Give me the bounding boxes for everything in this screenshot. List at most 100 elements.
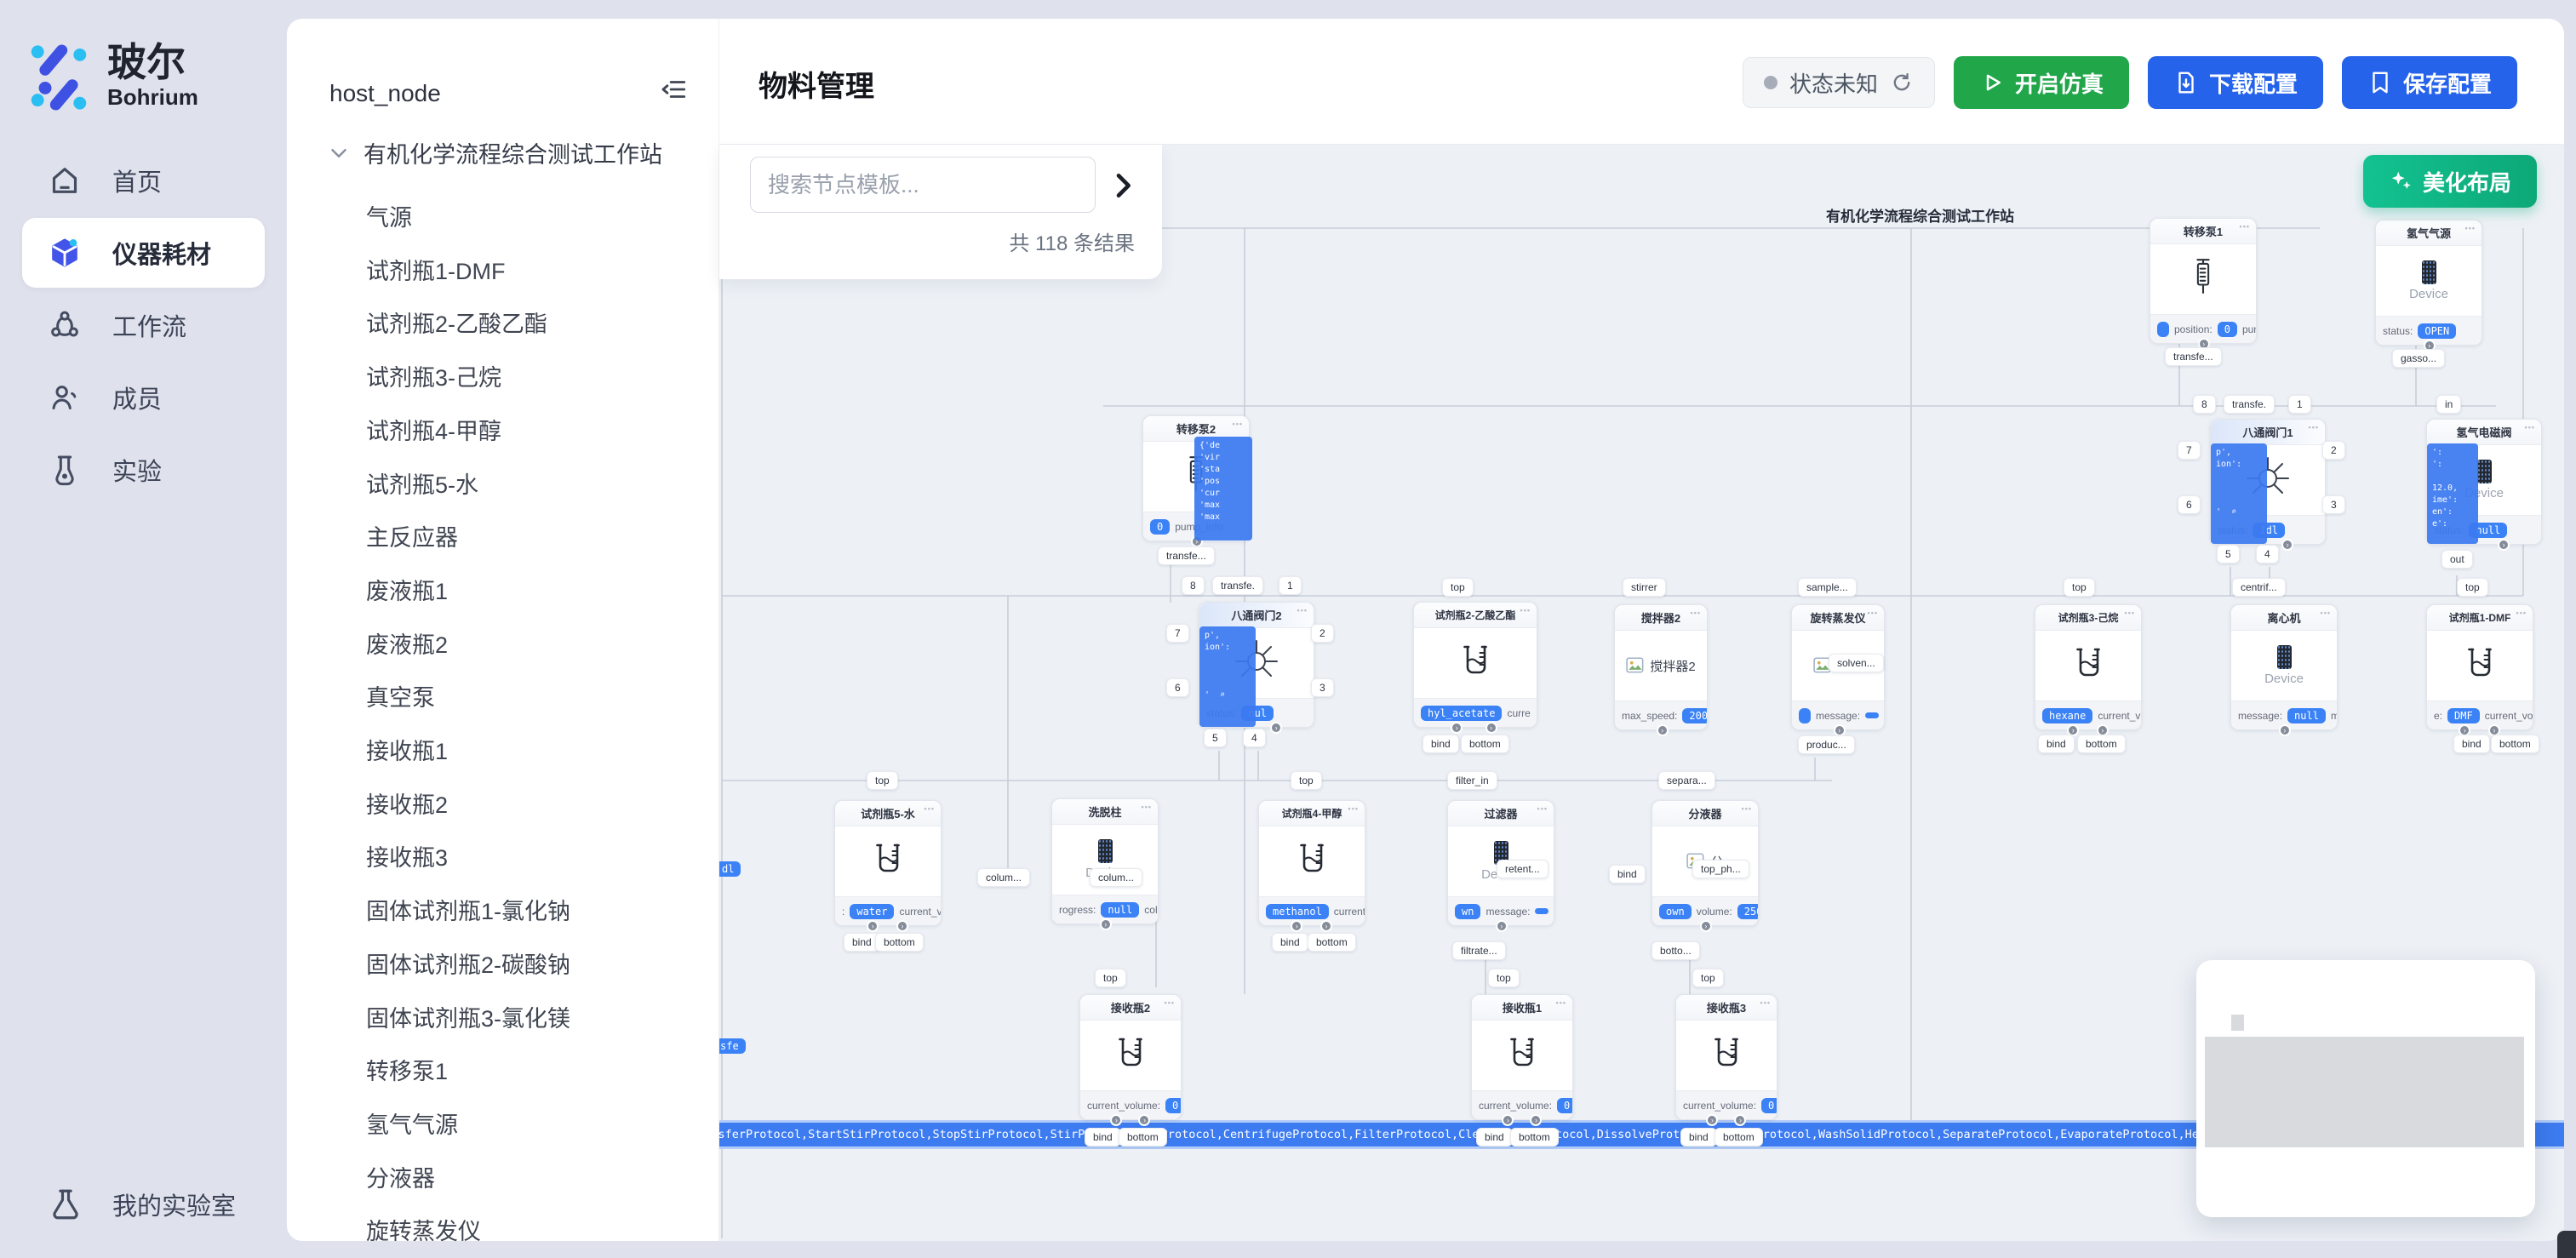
port-chip-stirrer[interactable]: stirrer: [1623, 578, 1666, 597]
node-menu-icon[interactable]: •••: [1165, 998, 1175, 1007]
node-menu-icon[interactable]: •••: [1742, 804, 1752, 813]
collapse-panel-icon[interactable]: [659, 75, 688, 104]
attr-value-badge[interactable]: hexane: [2042, 708, 2092, 723]
port-chip-bind[interactable]: bind: [2453, 735, 2490, 753]
tree-item-接收瓶2[interactable]: 接收瓶2: [366, 786, 448, 820]
sidebar-item-实验[interactable]: 实验: [22, 435, 265, 505]
port-chip-top_ph[interactable]: top_ph...: [1692, 860, 1749, 878]
port-chip-bottom[interactable]: bottom: [2077, 735, 2126, 753]
sidebar-item-工作流[interactable]: 工作流: [22, 290, 265, 360]
tree-item-真空泵[interactable]: 真空泵: [366, 679, 435, 712]
node-receiver-3[interactable]: 接收瓶3•••current_volume:0››: [1675, 994, 1777, 1120]
status-badge[interactable]: 状态未知: [1743, 57, 1935, 108]
sidebar-item-my-lab[interactable]: 我的实验室: [48, 1187, 236, 1222]
tree-item-固体试剂瓶1-氯化钠[interactable]: 固体试剂瓶1-氯化钠: [366, 893, 570, 926]
attr-value-badge[interactable]: null: [2287, 708, 2326, 723]
tree-item-主反应器[interactable]: 主反应器: [366, 519, 458, 552]
node-menu-icon[interactable]: •••: [1233, 420, 1243, 428]
port-chip-top[interactable]: top: [1095, 969, 1126, 987]
port-chip-bind[interactable]: bind: [1085, 1128, 1121, 1146]
port-chip-top[interactable]: top: [2457, 578, 2488, 597]
node-menu-icon[interactable]: •••: [1760, 998, 1771, 1007]
port-connector-dot[interactable]: ›: [1700, 920, 1712, 932]
tree-item-试剂瓶2-乙酸乙酯[interactable]: 试剂瓶2-乙酸乙酯: [366, 306, 547, 339]
port-connector-dot[interactable]: ›: [1485, 722, 1497, 734]
node-transfer-pump-2[interactable]: 转移泵2•••0pump_info:›{'de 'vir 'sta 'pos '…: [1142, 415, 1250, 541]
node-menu-icon[interactable]: •••: [2465, 224, 2476, 232]
port-chip-bottom[interactable]: bottom: [1461, 735, 1509, 753]
port-chip-transfe[interactable]: transfe.: [1212, 576, 1263, 595]
tree-item-分液器[interactable]: 分液器: [366, 1160, 435, 1193]
port-chip-2[interactable]: 2: [2322, 441, 2345, 460]
port-chip-4[interactable]: 4: [1243, 729, 1266, 747]
node-menu-icon[interactable]: •••: [1868, 609, 1878, 617]
search-submit-button[interactable]: [1106, 169, 1140, 203]
attr-value-badge[interactable]: 0: [1761, 1098, 1777, 1113]
port-connector-dot[interactable]: ›: [1100, 918, 1112, 930]
node-elution-column[interactable]: 洗脱柱•••Devicerogress:nullcolu›: [1051, 798, 1159, 924]
port-chip-filtrate[interactable]: filtrate...: [1452, 941, 1506, 960]
attr-value-badge[interactable]: DMF: [2447, 708, 2480, 723]
node-reagent-bottle-1[interactable]: 试剂瓶1-DMF•••e:DMFcurrent_vol››: [2426, 604, 2533, 730]
tree-item-试剂瓶3-己烷[interactable]: 试剂瓶3-己烷: [366, 359, 501, 392]
node-menu-icon[interactable]: •••: [1348, 804, 1359, 813]
node-h2-solenoid-valve[interactable]: 氢气电磁阀•••Devicestatus:null›': ': 12.0, im…: [2426, 419, 2542, 545]
node-reagent-bottle-3[interactable]: 试剂瓶3-己烷•••hexanecurrent_v››: [2035, 604, 2142, 730]
port-chip-bind[interactable]: bind: [1609, 865, 1646, 883]
port-chip-5[interactable]: 5: [1204, 729, 1227, 747]
tree-item-试剂瓶1-DMF[interactable]: 试剂瓶1-DMF: [366, 253, 506, 286]
tree-item-转移泵1[interactable]: 转移泵1: [366, 1053, 448, 1086]
port-chip-6[interactable]: 6: [2178, 495, 2201, 514]
port-chip-transfe[interactable]: transfe...: [2165, 347, 2222, 366]
port-chip-bind[interactable]: bind: [1680, 1128, 1717, 1146]
port-chip-transfe[interactable]: transfe...: [1158, 546, 1215, 565]
port-chip-bind[interactable]: bind: [2038, 735, 2075, 753]
tree-workstation-item[interactable]: 有机化学流程综合测试工作站: [326, 136, 662, 169]
flow-canvas[interactable]: 有机化学流程综合测试工作站 TransferProtocol,StartStir…: [719, 145, 2564, 1241]
port-chip-in[interactable]: in: [2436, 395, 2461, 414]
port-connector-dot[interactable]: ›: [1834, 724, 1846, 736]
attr-value-badge[interactable]: 0: [1150, 519, 1170, 535]
start-simulation-button[interactable]: 开启仿真: [1954, 56, 2129, 109]
refresh-icon[interactable]: [1890, 71, 1914, 94]
port-chip-bind[interactable]: bind: [1272, 933, 1308, 952]
port-chip-3[interactable]: 3: [2322, 495, 2345, 514]
port-chip-colum[interactable]: colum...: [977, 868, 1030, 887]
attr-value-badge[interactable]: null: [1101, 902, 1139, 918]
node-menu-icon[interactable]: •••: [2309, 423, 2319, 432]
attr-value-badge[interactable]: methanol: [1266, 904, 1329, 919]
tree-item-固体试剂瓶2-碳酸钠[interactable]: 固体试剂瓶2-碳酸钠: [366, 946, 570, 980]
node-menu-icon[interactable]: •••: [2516, 609, 2527, 617]
node-eight-way-valve-2[interactable]: 八通阀门2•••status:nul›p', ion': ' ⌕: [1199, 602, 1314, 728]
node-h2-gas-source[interactable]: 氢气气源•••Devicestatus:OPEN›: [2375, 220, 2482, 346]
tree-item-接收瓶1[interactable]: 接收瓶1: [366, 733, 448, 766]
port-chip-top[interactable]: top: [867, 771, 898, 790]
attr-value-badge[interactable]: 0: [1557, 1098, 1572, 1113]
port-chip-bottom[interactable]: bottom: [2491, 735, 2539, 753]
port-connector-dot[interactable]: ›: [2498, 539, 2510, 551]
sidebar-item-首页[interactable]: 首页: [22, 146, 265, 215]
node-receiver-1[interactable]: 接收瓶1•••current_volume:0››: [1471, 994, 1573, 1120]
tree-item-试剂瓶5-水[interactable]: 试剂瓶5-水: [366, 466, 478, 500]
port-chip-sample[interactable]: sample...: [1798, 578, 1857, 597]
port-connector-dot[interactable]: ›: [1270, 722, 1282, 734]
node-menu-icon[interactable]: •••: [1537, 804, 1548, 813]
tree-item-接收瓶3[interactable]: 接收瓶3: [366, 839, 448, 872]
port-chip-top[interactable]: top: [1291, 771, 1322, 790]
node-transfer-pump-1[interactable]: 转移泵1•••position:0pump›: [2150, 218, 2257, 344]
node-reagent-bottle-2[interactable]: 试剂瓶2-乙酸乙酯•••hyl_acetatecurre››: [1413, 602, 1537, 728]
port-chip-solven[interactable]: solven...: [1829, 654, 1884, 672]
corner-resize-handle[interactable]: [2557, 1231, 2576, 1258]
node-centrifuge[interactable]: 离心机•••Devicemessage:nullma›: [2230, 604, 2338, 730]
tree-item-氢气气源[interactable]: 氢气气源: [366, 1106, 458, 1140]
sidebar-item-仪器耗材[interactable]: 仪器耗材: [22, 218, 265, 288]
port-connector-dot[interactable]: ›: [896, 920, 908, 932]
node-menu-icon[interactable]: •••: [2240, 222, 2250, 231]
port-chip-4[interactable]: 4: [2256, 545, 2279, 563]
port-chip-botto[interactable]: botto...: [1652, 941, 1700, 960]
attr-value-badge[interactable]: hyl_acetate: [1421, 706, 1502, 721]
node-menu-icon[interactable]: •••: [2525, 423, 2535, 432]
port-connector-dot[interactable]: ›: [2281, 539, 2293, 551]
node-menu-icon[interactable]: •••: [2125, 609, 2135, 617]
port-chip-2[interactable]: 2: [1311, 624, 1334, 643]
